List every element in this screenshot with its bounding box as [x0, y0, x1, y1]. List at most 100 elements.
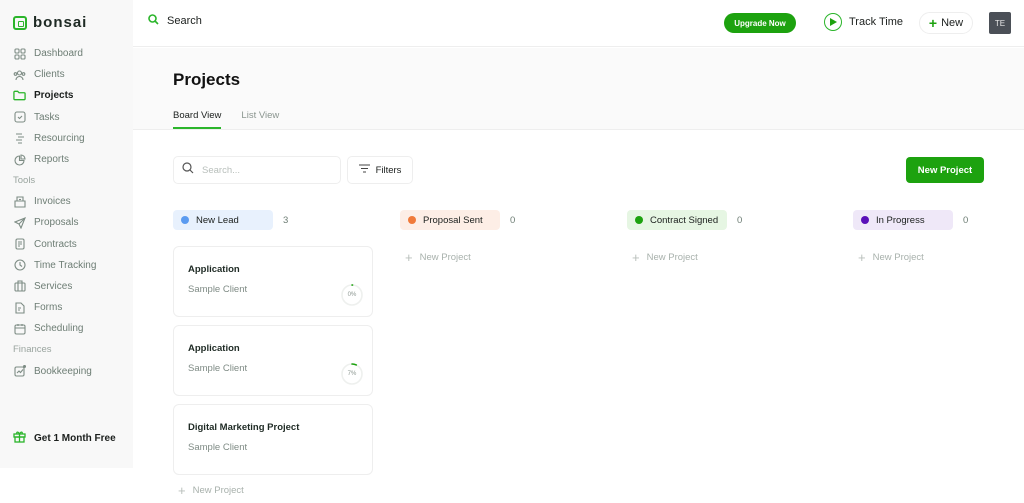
new-button[interactable]: + New: [919, 12, 973, 34]
project-client: Sample Client: [188, 363, 248, 374]
sidebar-item-label: Tasks: [34, 111, 60, 123]
sidebar-item-projects[interactable]: Projects: [0, 85, 133, 106]
column-count: 0: [963, 214, 969, 226]
play-icon: [824, 13, 842, 31]
sidebar-item-invoices[interactable]: Invoices: [0, 191, 133, 212]
new-project-button[interactable]: New Project: [906, 157, 984, 183]
sidebar-item-label: Clients: [34, 69, 65, 81]
top-bar: Search Upgrade Now Track Time + New TE: [133, 0, 1024, 47]
sidebar-item-label: Reports: [34, 154, 70, 166]
plus-icon: +: [178, 483, 186, 498]
gift-icon: [13, 430, 26, 446]
column-count: 3: [283, 214, 289, 226]
column-count: 0: [510, 214, 516, 226]
status-pill: New Lead: [173, 210, 273, 230]
tasks-icon: [13, 111, 26, 124]
sidebar: bonsai Dashboard Clients Projects Tasks …: [0, 0, 133, 468]
sidebar-item-dashboard[interactable]: Dashboard: [0, 43, 133, 64]
contract-icon: [13, 238, 26, 251]
sidebar-item-scheduling[interactable]: Scheduling: [0, 318, 133, 339]
sidebar-item-proposals[interactable]: Proposals: [0, 212, 133, 233]
plus-icon: +: [928, 15, 938, 31]
sidebar-item-bookkeeping[interactable]: Bookkeeping: [0, 360, 133, 381]
sidebar-item-resourcing[interactable]: Resourcing: [0, 128, 133, 149]
sidebar-item-clients[interactable]: Clients: [0, 64, 133, 85]
tab-board-view[interactable]: Board View: [173, 110, 222, 129]
column-proposal-sent: Proposal Sent 0 + New Project: [400, 210, 600, 264]
avatar[interactable]: TE: [989, 12, 1011, 34]
sidebar-item-contracts[interactable]: Contracts: [0, 234, 133, 255]
project-client: Sample Client: [188, 442, 248, 453]
column-new-lead: New Lead 3 Application Sample Client 0% …: [173, 210, 373, 497]
briefcase-icon: [13, 280, 26, 293]
project-card[interactable]: Application Sample Client 0%: [173, 246, 373, 317]
project-card[interactable]: Digital Marketing Project Sample Client: [173, 404, 373, 475]
project-title: Application: [188, 343, 240, 354]
add-project-link[interactable]: + New Project: [400, 251, 600, 264]
add-project-label: New Project: [192, 485, 244, 496]
bonsai-logo[interactable]: bonsai: [13, 14, 87, 31]
plus-icon: +: [632, 250, 640, 265]
track-time-button[interactable]: Track Time: [824, 13, 903, 31]
status-pill: Contract Signed: [627, 210, 727, 230]
sidebar-item-label: Contracts: [34, 238, 77, 250]
filters-button[interactable]: Filters: [347, 156, 413, 184]
track-time-label: Track Time: [849, 16, 903, 28]
search-icon: [148, 14, 159, 28]
reports-icon: [13, 153, 26, 166]
add-project-label: New Project: [419, 252, 471, 263]
progress-label: 0%: [347, 292, 357, 298]
project-title: Digital Marketing Project: [188, 422, 300, 433]
add-project-link[interactable]: + New Project: [627, 251, 827, 264]
status-pill: In Progress: [853, 210, 953, 230]
folder-icon: [13, 89, 26, 102]
project-search-input[interactable]: [202, 164, 322, 176]
add-project-label: New Project: [646, 252, 698, 263]
chart-icon: [13, 365, 26, 378]
dashboard-icon: [13, 47, 26, 60]
calendar-icon: [13, 322, 26, 335]
tab-list-view[interactable]: List View: [241, 110, 279, 129]
status-pill: Proposal Sent: [400, 210, 500, 230]
upgrade-now-button[interactable]: Upgrade Now: [724, 13, 796, 33]
sidebar-item-label: Resourcing: [34, 132, 85, 144]
sidebar-item-forms[interactable]: Forms: [0, 297, 133, 318]
sidebar-item-label: Proposals: [34, 217, 79, 229]
add-project-link[interactable]: + New Project: [853, 251, 1024, 264]
sidebar-item-label: Projects: [34, 90, 74, 102]
sidebar-item-services[interactable]: Services: [0, 276, 133, 297]
filter-icon: [358, 164, 370, 176]
project-card[interactable]: Application Sample Client 7%: [173, 325, 373, 396]
sidebar-item-label: Forms: [34, 302, 63, 314]
status-dot: [635, 216, 643, 224]
status-dot: [408, 216, 416, 224]
clients-icon: [13, 68, 26, 81]
page-title: Projects: [173, 70, 241, 89]
add-project-link[interactable]: + New Project: [173, 484, 373, 497]
sidebar-item-tasks[interactable]: Tasks: [0, 107, 133, 128]
get-free-month-link[interactable]: Get 1 Month Free: [13, 430, 116, 446]
sidebar-item-reports[interactable]: Reports: [0, 149, 133, 170]
global-search[interactable]: Search: [148, 14, 202, 28]
view-tabs: Board View List View: [173, 110, 279, 129]
brand-name: bonsai: [33, 14, 88, 31]
column-count: 0: [737, 214, 743, 226]
sidebar-item-time-tracking[interactable]: Time Tracking: [0, 255, 133, 276]
sidebar-item-label: Bookkeeping: [34, 365, 92, 377]
sidebar-item-label: Time Tracking: [34, 259, 97, 271]
sidebar-item-label: Scheduling: [34, 323, 84, 335]
plus-icon: +: [858, 250, 866, 265]
tools-section-label: Tools: [13, 175, 36, 187]
send-icon: [13, 216, 26, 229]
search-icon: [182, 161, 194, 179]
sidebar-nav: Dashboard Clients Projects Tasks Resourc…: [0, 43, 133, 382]
clock-icon: [13, 259, 26, 272]
progress-label: 7%: [347, 371, 357, 377]
sidebar-item-label: Services: [34, 280, 73, 292]
plus-icon: +: [405, 250, 413, 265]
form-icon: [13, 301, 26, 314]
column-in-progress: In Progress 0 + New Project: [853, 210, 1024, 264]
column-label: Contract Signed: [650, 214, 719, 226]
project-search[interactable]: [173, 156, 341, 184]
status-dot: [861, 216, 869, 224]
